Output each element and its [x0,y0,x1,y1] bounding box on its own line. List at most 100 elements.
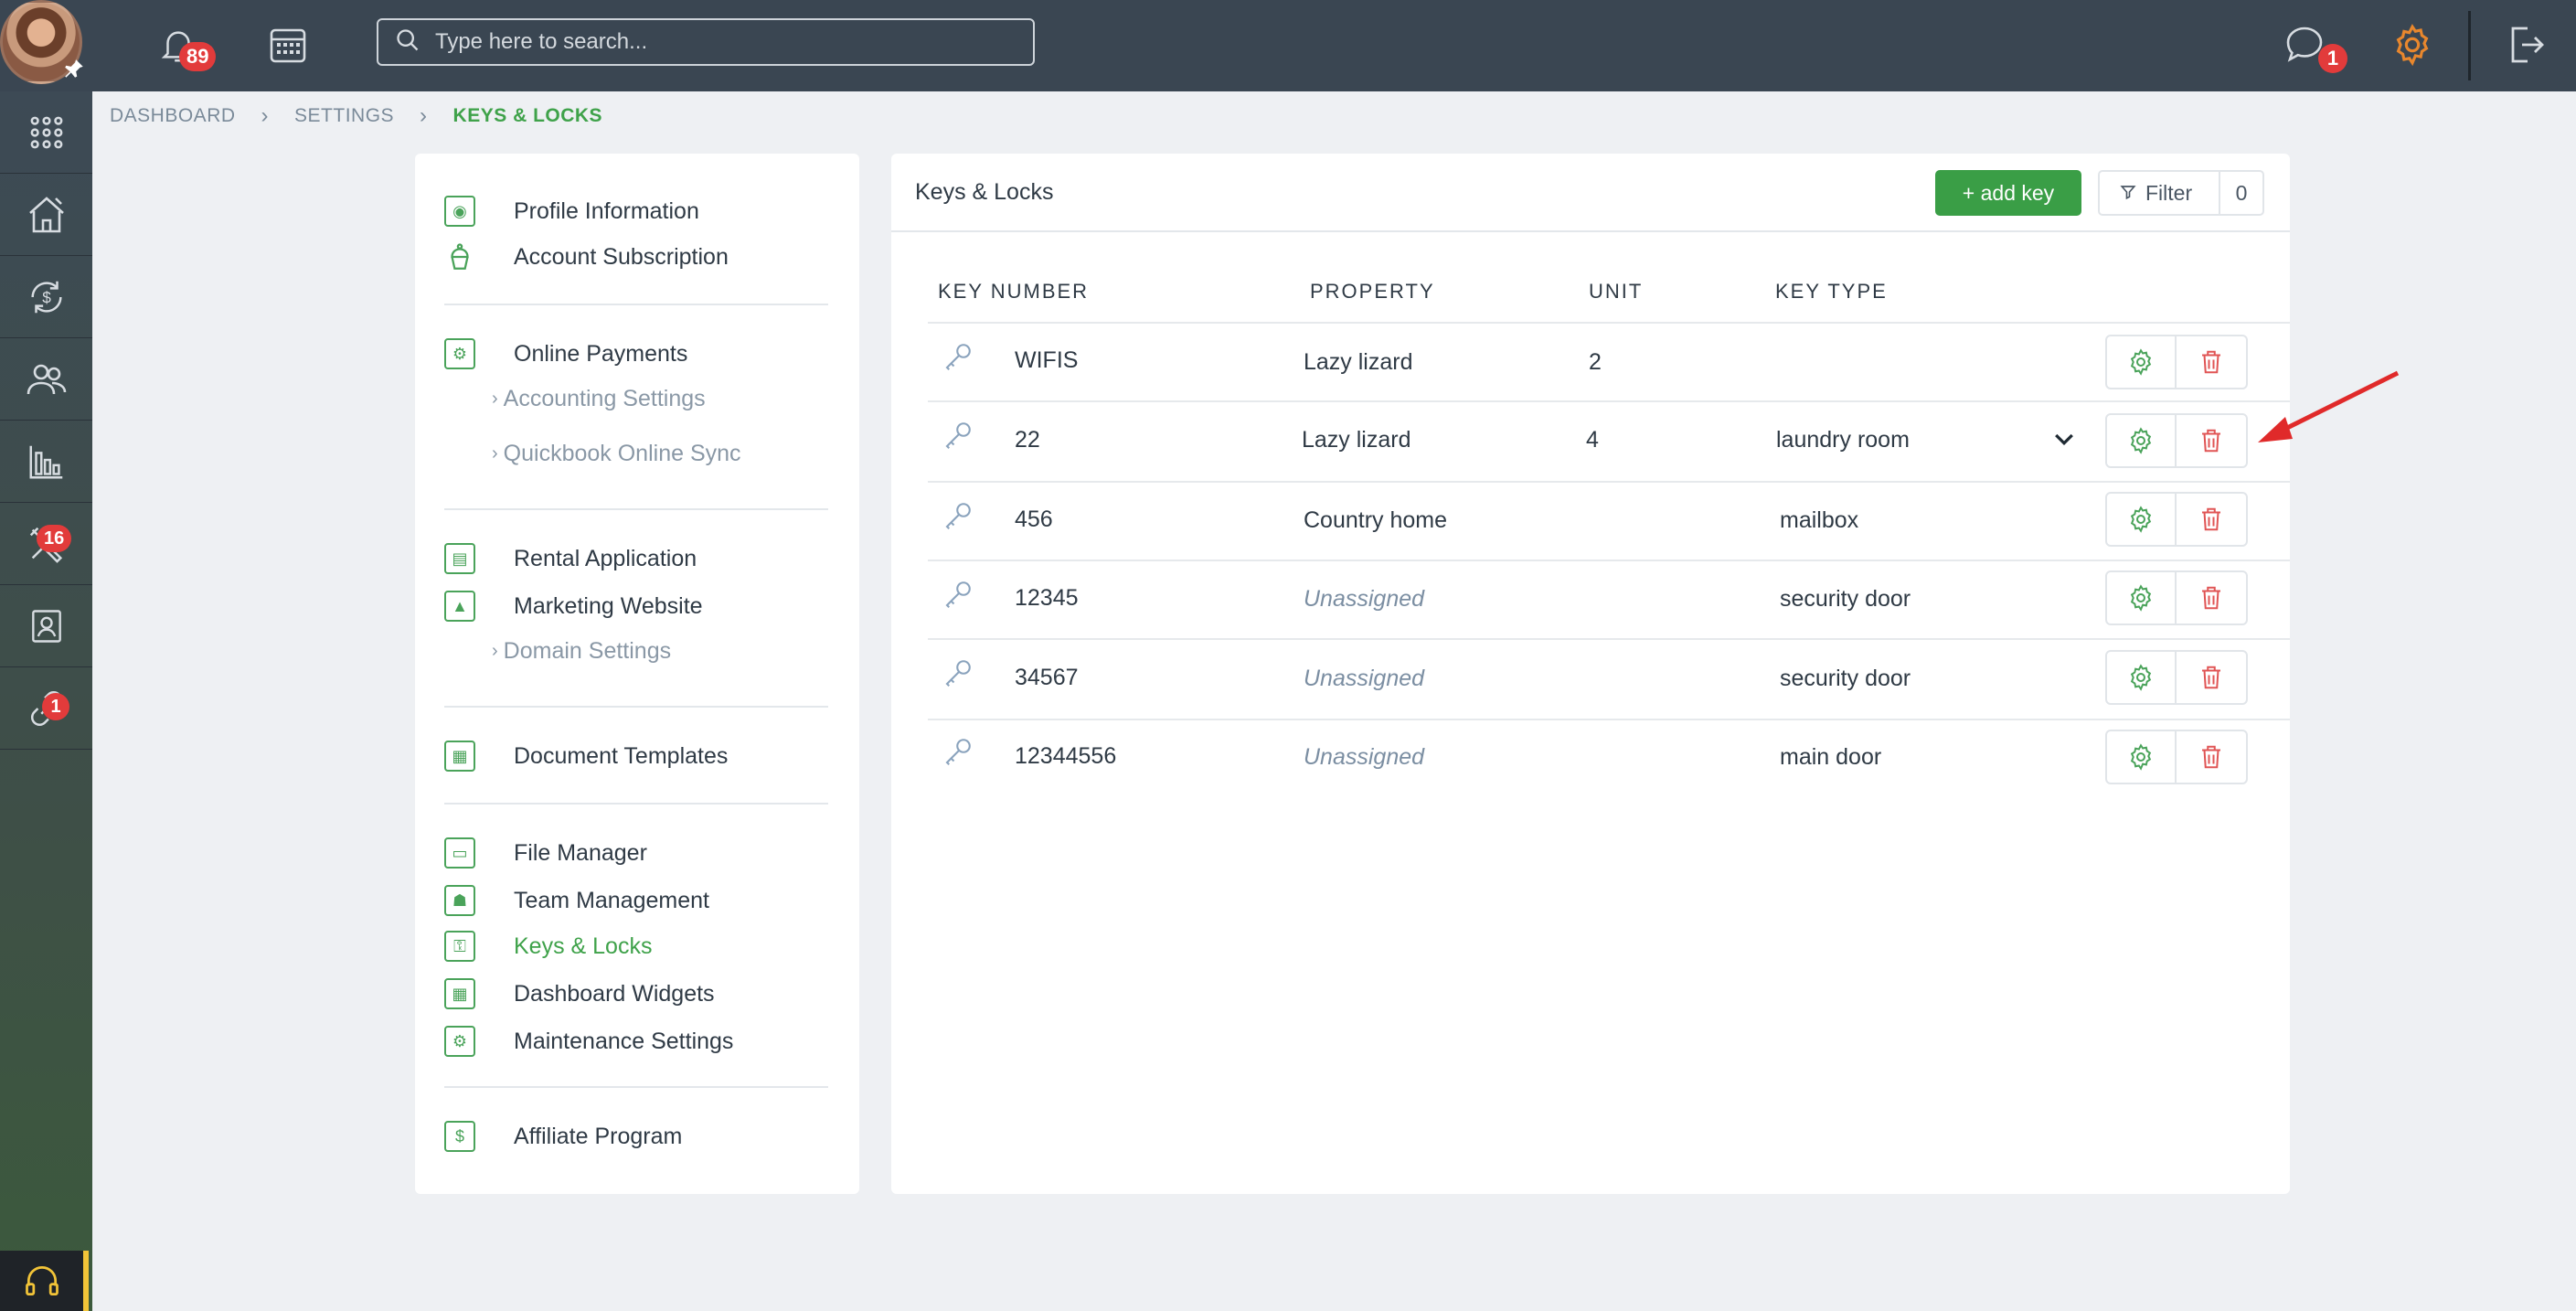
key-icon: ⚿ [444,931,475,962]
menu-item-label: Team Management [514,887,710,913]
menu-item-file-manager[interactable]: ▭ File Manager [444,837,647,869]
breadcrumb-settings[interactable]: SETTINGS [294,105,394,127]
team-icon: ☗ [444,885,475,916]
menu-item-affiliate-program[interactable]: $ Affiliate Program [444,1121,682,1152]
keys-locks-panel: Keys & Locks + add key Filter 0 KEY NUMB… [891,154,2290,1194]
edit-gear-icon[interactable] [2107,652,2177,703]
delete-trash-icon[interactable] [2177,336,2246,388]
key-type: main door [1780,744,1882,770]
menu-item-document-templates[interactable]: ▦ Document Templates [444,741,728,772]
annotation-arrow-icon [2258,370,2400,442]
menu-item-label: Affiliate Program [514,1123,683,1149]
delete-trash-icon[interactable] [2177,652,2246,703]
chevron-down-icon[interactable] [2050,426,2078,458]
menu-item-team-management[interactable]: ☗ Team Management [444,885,709,916]
key-number: 22 [1015,427,1040,453]
menu-item-label: Profile Information [514,197,699,224]
breadcrumb-separator-icon: › [261,103,270,128]
topbar-divider [2468,11,2471,80]
add-key-button[interactable]: + add key [1935,170,2081,216]
key-icon [942,499,974,537]
properties-house-icon[interactable] [0,174,92,256]
menu-item-label: Account Subscription [514,243,729,270]
submenu-accounting-settings[interactable]: › Accounting Settings [492,386,706,412]
menu-item-label: Marketing Website [514,592,703,619]
folder-icon: ▭ [444,837,475,869]
row-divider [928,400,2290,402]
unit-number: 4 [1586,427,1599,453]
profile-icon: ◉ [444,196,475,227]
submenu-label: Accounting Settings [503,386,706,411]
submenu-label: Domain Settings [503,638,672,664]
key-type: laundry room [1776,427,1910,453]
tenants-people-icon[interactable] [0,338,92,421]
filter-count: 0 [2219,172,2262,214]
header-divider [928,322,2290,324]
property-name: Unassigned [1304,666,1425,691]
menu-item-subscription[interactable]: Account Subscription [444,241,729,272]
edit-gear-icon[interactable] [2107,572,2177,624]
image-icon: ▲ [444,591,475,622]
menu-item-label: Dashboard Widgets [514,980,715,1007]
filter-label: Filter [2145,180,2193,205]
edit-gear-icon[interactable] [2107,336,2177,388]
row-actions [2105,413,2248,468]
property-name: Lazy lizard [1304,349,1413,375]
page-title: Keys & Locks [915,179,1054,205]
key-number: WIFIS [1015,347,1079,373]
property-name: Lazy lizard [1302,427,1411,453]
apps-grid-icon[interactable] [0,91,92,174]
breadcrumb-dashboard[interactable]: DASHBOARD [110,105,236,127]
delete-trash-icon[interactable] [2177,731,2246,783]
menu-item-label: Keys & Locks [514,933,653,959]
edit-gear-icon[interactable] [2107,415,2177,466]
menu-item-marketing-website[interactable]: ▲ Marketing Website [444,591,703,622]
search-bar[interactable] [377,18,1035,66]
property-name: Unassigned [1304,586,1425,612]
menu-item-rental-application[interactable]: ▤ Rental Application [444,543,697,574]
chevron-right-icon: › [492,389,498,409]
menu-divider [444,803,828,805]
contacts-card-icon[interactable] [0,585,92,667]
edit-gear-icon[interactable] [2107,731,2177,783]
cupcake-icon [444,241,475,272]
delete-trash-icon[interactable] [2177,415,2246,466]
property-name: Unassigned [1304,744,1425,770]
row-divider [928,638,2290,640]
delete-trash-icon[interactable] [2177,494,2246,545]
column-header-key-number[interactable]: KEY NUMBER [938,280,1089,304]
column-header-property[interactable]: PROPERTY [1310,280,1435,304]
menu-item-profile[interactable]: ◉ Profile Information [444,196,699,227]
delete-trash-icon[interactable] [2177,572,2246,624]
column-header-unit[interactable]: UNIT [1589,280,1643,304]
menu-item-label: File Manager [514,839,647,866]
reports-chart-icon[interactable] [0,421,92,503]
maintenance-gear-icon: ⚙ [444,1026,475,1057]
key-number: 456 [1015,506,1053,532]
payments-cycle-icon[interactable]: $ [0,256,92,338]
pin-icon[interactable] [62,57,86,86]
settings-menu: ◉ Profile Information Account Subscriptio… [415,154,859,1194]
settings-gear-icon[interactable] [2388,20,2437,69]
search-input[interactable] [435,29,1002,55]
filter-button[interactable]: Filter 0 [2098,170,2264,216]
notifications-count-badge: 89 [179,42,217,71]
integrations-badge: 1 [42,693,69,720]
document-icon: ▦ [444,741,475,772]
unit-number: 2 [1589,349,1602,375]
menu-item-keys-locks[interactable]: ⚿ Keys & Locks [444,931,652,962]
submenu-domain-settings[interactable]: › Domain Settings [492,638,671,665]
menu-item-dashboard-widgets[interactable]: ▦ Dashboard Widgets [444,978,715,1009]
submenu-quickbook-sync[interactable]: › Quickbook Online Sync [492,441,741,467]
support-headset-icon[interactable] [0,1251,89,1311]
edit-gear-icon[interactable] [2107,494,2177,545]
calendar-icon[interactable] [263,20,313,69]
column-header-key-type[interactable]: KEY TYPE [1775,280,1888,304]
submenu-label: Quickbook Online Sync [503,441,741,466]
menu-item-maintenance-settings[interactable]: ⚙ Maintenance Settings [444,1026,733,1057]
menu-divider [444,706,828,708]
key-number: 34567 [1015,665,1079,690]
key-number: 12344556 [1015,743,1117,769]
menu-item-online-payments[interactable]: ⚙ Online Payments [444,338,687,369]
logout-icon[interactable] [2501,20,2550,69]
